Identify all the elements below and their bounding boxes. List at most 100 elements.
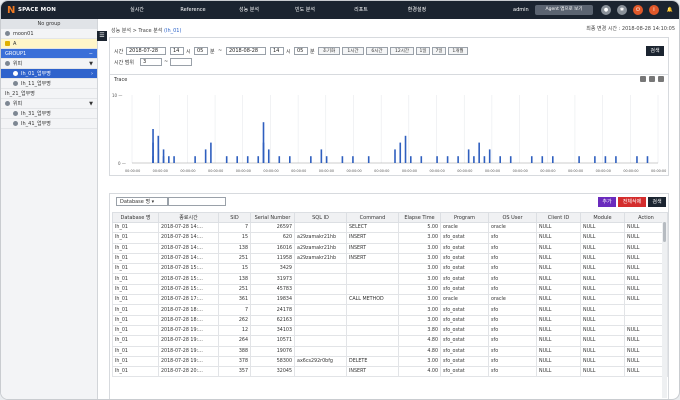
quick-1m-button[interactable]: 1개월 bbox=[448, 47, 468, 55]
main-content: 성능 분석 > Trace 분석 (Ih_01) 최종 변경 시간 : 2018… bbox=[107, 19, 679, 399]
column-header[interactable]: SQL ID bbox=[294, 212, 347, 223]
table-cell: 3.00 bbox=[398, 283, 441, 296]
trace-point bbox=[367, 156, 370, 163]
collapse-icon[interactable]: − bbox=[89, 49, 93, 59]
table-row[interactable]: Ih_01 2018-07-28 20:… 357 32045 INSERT 4.00 sf… bbox=[112, 366, 668, 378]
last-updated: 최종 변경 시간 : 2018-08-28 14:10:05 bbox=[586, 26, 675, 32]
gear-icon[interactable]: ✱ bbox=[617, 5, 627, 15]
table-row[interactable]: Ih_01 2018-07-28 14:… 251 11958 a29zamakr21h… bbox=[112, 252, 668, 265]
table-row[interactable]: Ih_01 2018-07-28 15:… 251 45783 3.00 sfo_osta… bbox=[112, 283, 668, 296]
user-icon[interactable]: ● bbox=[601, 5, 611, 15]
range-start-input[interactable]: 3 bbox=[140, 58, 162, 66]
table-cell: 264 bbox=[218, 335, 251, 347]
table-row[interactable]: Ih_01 2018-07-28 17:… 361 19834 CALL METHOD 3… bbox=[112, 294, 668, 306]
table-cell: Ih_01 bbox=[112, 355, 159, 368]
filter-search-button[interactable]: 검색 bbox=[646, 46, 664, 56]
column-header[interactable]: Database 명 bbox=[112, 212, 159, 223]
trace-point bbox=[352, 156, 354, 163]
table-scrollbar[interactable] bbox=[662, 222, 667, 398]
power-icon[interactable]: ⏻ bbox=[633, 5, 643, 15]
table-cell: 378 bbox=[218, 355, 251, 368]
end-date-input[interactable]: 2018-08-28 bbox=[226, 47, 266, 55]
delete-all-button[interactable]: 전체삭제 bbox=[618, 197, 646, 207]
menu-performance[interactable]: 성능 분석 bbox=[221, 1, 277, 19]
start-min-select[interactable]: 05 bbox=[194, 47, 208, 55]
table-cell: 251 bbox=[218, 252, 251, 265]
menu-settings[interactable]: 환경설정 bbox=[389, 1, 445, 19]
column-header[interactable]: Serial Number bbox=[250, 212, 295, 223]
sidebar-item-a[interactable]: A bbox=[1, 39, 97, 49]
sidebar-item-ih01[interactable]: Ih_01_업무명 › bbox=[1, 69, 97, 79]
sidebar-item-group1[interactable]: GROUP1− bbox=[1, 49, 97, 59]
quick-12h-button[interactable]: 12시간 bbox=[390, 47, 414, 55]
sidebar-item-ih31[interactable]: Ih_31_업무명 bbox=[1, 109, 97, 119]
reset-button[interactable]: 초기화 bbox=[318, 47, 340, 55]
start-hour-select[interactable]: 14 bbox=[170, 47, 184, 55]
quick-1h-button[interactable]: 1시간 bbox=[342, 47, 364, 55]
table-row[interactable]: Ih_01 2018-07-28 15:… 15 3429 3.00 sfo_ostat s… bbox=[112, 263, 668, 275]
x-ticks: 00:00:00 00:00:00 00:00:00 00:00:00 00:00:00… bbox=[125, 169, 666, 173]
start-date-input[interactable]: 2018-07-28 bbox=[126, 47, 166, 55]
logo[interactable]: N SPACE MON bbox=[7, 3, 67, 17]
range-end-input[interactable] bbox=[170, 58, 192, 66]
column-header[interactable]: Elapse Time bbox=[398, 212, 441, 223]
table-row[interactable]: Ih_01 2018-07-28 14:… 138 16016 a29zamakr21h… bbox=[112, 242, 668, 254]
sidebar-item-moon01[interactable]: moon01 bbox=[1, 29, 97, 39]
quick-1d-button[interactable]: 1일 bbox=[416, 47, 430, 55]
trace-point bbox=[173, 156, 175, 163]
sidebar-item-ih21[interactable]: Ih_21_업무명 bbox=[1, 89, 97, 99]
chevron-right-icon: › bbox=[91, 70, 93, 77]
column-header[interactable]: Client ID bbox=[536, 212, 581, 223]
column-header[interactable]: 종료시간 bbox=[158, 212, 219, 223]
table-cell bbox=[294, 221, 347, 234]
database-select[interactable]: Database 명 ▾ bbox=[116, 197, 168, 206]
end-hour-select[interactable]: 14 bbox=[270, 47, 284, 55]
table-row[interactable]: Ih_01 2018-07-28 19:… 378 58300 ax6cs292r0bf… bbox=[112, 355, 668, 368]
column-header[interactable]: Module bbox=[580, 212, 625, 223]
table-cell: NULL bbox=[580, 355, 625, 368]
user-name[interactable]: admin bbox=[513, 1, 529, 19]
info-icon[interactable]: i bbox=[649, 5, 659, 15]
quick-6h-button[interactable]: 6시간 bbox=[366, 47, 388, 55]
column-header[interactable]: Program bbox=[440, 212, 489, 223]
column-header[interactable]: Action bbox=[624, 212, 668, 223]
table-row[interactable]: Ih_01 2018-07-28 18:… 262 62163 3.00 sfo_osta… bbox=[112, 314, 668, 326]
table-row[interactable]: Ih_01 2018-07-28 19:… 264 10571 4.80 sfo_osta… bbox=[112, 335, 668, 347]
table-cell: oracle bbox=[488, 294, 537, 306]
bell-icon[interactable]: 🔔 bbox=[665, 5, 675, 15]
sidebar-toggle-icon[interactable]: ☰ bbox=[97, 31, 107, 41]
table-row[interactable]: Ih_01 2018-07-28 19:… 388 19076 4.80 sfo_osta… bbox=[112, 345, 668, 357]
chevron-down-icon[interactable]: ▼ bbox=[89, 59, 93, 69]
sidebar-item-group-a[interactable]: 위피 ▼ bbox=[1, 59, 97, 69]
scroll-thumb[interactable] bbox=[663, 222, 666, 242]
table-cell: Ih_01 bbox=[112, 273, 159, 285]
menu-realtime[interactable]: 실시간 bbox=[109, 1, 165, 19]
end-min-select[interactable]: 05 bbox=[294, 47, 308, 55]
sidebar-item-group-b[interactable]: 위피 ▼ bbox=[1, 99, 97, 109]
menu-reference[interactable]: Reference bbox=[165, 1, 221, 19]
logo-icon: N bbox=[7, 4, 16, 16]
session-table-panel: Database 명 ▾ 추가 전체삭제 검색 Database 명 종료시간 SI… bbox=[109, 193, 669, 399]
chevron-down-icon: ▾ bbox=[151, 199, 155, 205]
column-header[interactable]: OS User bbox=[488, 212, 537, 223]
sidebar-item-ih41[interactable]: Ih_41_업무명 bbox=[1, 119, 97, 129]
sidebar-item-ih11[interactable]: Ih_11_업무명 bbox=[1, 79, 97, 89]
column-header[interactable]: SID bbox=[218, 212, 251, 223]
agent-view-button[interactable]: Agent 앱으로 보기 bbox=[535, 5, 593, 15]
table-cell: NULL bbox=[580, 242, 625, 254]
quick-7d-button[interactable]: 7일 bbox=[432, 47, 446, 55]
table-row[interactable]: Ih_01 2018-07-28 14:… 7 26597 SELECT 5.00 orac… bbox=[112, 221, 668, 234]
database-name-input[interactable] bbox=[168, 197, 226, 206]
table-row[interactable]: Ih_01 2018-07-28 18:… 7 24178 3.00 sfo_ostat s… bbox=[112, 304, 668, 316]
trace-point bbox=[467, 149, 470, 163]
column-header[interactable]: Command bbox=[346, 212, 399, 223]
chevron-down-icon[interactable]: ▼ bbox=[89, 99, 93, 109]
table-row[interactable]: Ih_01 2018-07-28 19:… 12 34103 3.80 sfo_ostat… bbox=[112, 324, 668, 337]
table-search-button[interactable]: 검색 bbox=[648, 197, 666, 207]
menu-frequency[interactable]: 빈도 분석 bbox=[277, 1, 333, 19]
add-button[interactable]: 추가 bbox=[598, 197, 616, 207]
table-cell: 3.00 bbox=[398, 242, 441, 254]
table-row[interactable]: Ih_01 2018-07-28 15:… 138 31973 3.00 sfo_osta… bbox=[112, 273, 668, 285]
table-row[interactable]: Ih_01 2018-07-28 14:… 15 620 a29zamakr21hb IN… bbox=[112, 232, 668, 244]
menu-report[interactable]: 리포트 bbox=[333, 1, 389, 19]
